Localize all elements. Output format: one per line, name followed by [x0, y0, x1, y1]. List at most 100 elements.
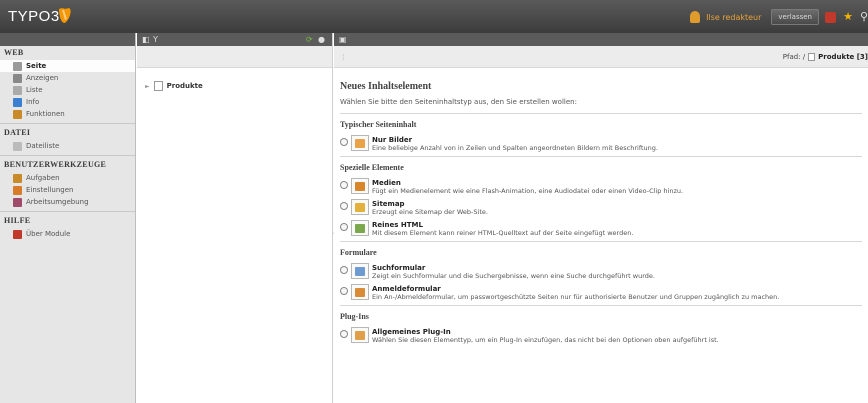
intro-text: Wählen Sie bitte den Seiteninhaltstyp au…	[340, 98, 577, 106]
login-form-icon[interactable]	[351, 284, 369, 300]
option-description: Fügt ein Medienelement wie eine Flash-An…	[372, 187, 684, 195]
document-icon[interactable]: ▣	[339, 35, 347, 44]
module-groups: WEB Seite Anzeigen Liste Info Funktionen DATEI…	[0, 46, 135, 240]
module-group-title[interactable]: BENUTZERWERKZEUGE	[0, 158, 135, 172]
content-type-option[interactable]: Anmeldeformular Ein An-/Abmeldeformular, …	[340, 284, 862, 301]
tree-node-label[interactable]: Produkte	[167, 82, 203, 90]
new-page-icon[interactable]: ◧	[142, 35, 150, 44]
content-type-option[interactable]: Reines HTML Mit diesem Element kann reine…	[340, 220, 862, 237]
content-type-option[interactable]: Sitemap Erzeugt eine Sitemap der Web-Site…	[340, 199, 862, 216]
logout-button[interactable]: verlassen	[771, 9, 819, 25]
module-item[interactable]: Funktionen	[0, 108, 135, 120]
option-title[interactable]: Anmeldeformular	[372, 285, 779, 293]
refresh-icon[interactable]: ⟳	[306, 35, 313, 44]
content-type-option[interactable]: Suchformular Zeigt ein Suchformular und d…	[340, 263, 862, 280]
module-separator	[0, 155, 135, 156]
html-icon[interactable]	[351, 220, 369, 236]
module-item[interactable]: Liste	[0, 84, 135, 96]
option-description: Ein An-/Abmeldeformular, um passwortgesc…	[372, 293, 780, 301]
tree-node-produkte[interactable]: ► Produkte	[145, 81, 203, 91]
option-description: Erzeugt eine Sitemap der Web-Site.	[372, 208, 488, 216]
option-title[interactable]: Reines HTML	[372, 221, 633, 229]
section-title: Typischer Seiteninhalt	[340, 120, 417, 129]
content-type-radio[interactable]	[340, 181, 348, 189]
user-name[interactable]: Ilse redakteur	[706, 13, 761, 22]
typo3-logo-text: TYPO3	[8, 8, 60, 25]
content-subheader: ¦ Pfad: / Produkte [3]	[334, 46, 868, 68]
content-type-radio[interactable]	[340, 330, 348, 338]
filter-icon[interactable]: Y	[153, 35, 158, 44]
star-icon[interactable]: ★	[842, 11, 854, 23]
module-item[interactable]: Info	[0, 96, 135, 108]
content-type-radio[interactable]	[340, 266, 348, 274]
module-item-label: Einstellungen	[26, 186, 74, 194]
images-icon[interactable]	[351, 135, 369, 151]
module-item-label: Arbeitsumgebung	[26, 198, 89, 206]
option-description: Eine beliebige Anzahl von in Zeilen und …	[372, 144, 658, 152]
user-icon	[690, 11, 701, 23]
option-title[interactable]: Suchformular	[372, 264, 655, 272]
content-area: ▣ ¦ Pfad: / Produkte [3] Neues Inhaltsel…	[334, 33, 868, 403]
plugin-icon[interactable]	[351, 327, 369, 343]
module-item-label: Dateiliste	[26, 142, 60, 150]
content-type-section: Typischer Seiteninhalt Nur Bilder Eine bel…	[340, 113, 862, 152]
breadcrumb-prefix: Pfad: /	[782, 53, 806, 61]
module-menu-header	[0, 33, 135, 46]
content-type-radio[interactable]	[340, 223, 348, 231]
typo3-backend: TYPO3 Ilse redakteur verlassen ★ ⚲ WEB Se…	[0, 0, 868, 403]
option-title[interactable]: Allgemeines Plug-In	[372, 328, 719, 336]
search-icon[interactable]: ⚲	[860, 11, 868, 23]
wand-icon	[13, 109, 22, 119]
option-text: Reines HTML Mit diesem Element kann reine…	[372, 220, 633, 237]
tree-options-icon[interactable]: ●	[318, 35, 325, 44]
module-item-label: Anzeigen	[26, 74, 59, 82]
section-title: Formulare	[340, 248, 377, 257]
module-item[interactable]: Seite	[0, 60, 135, 72]
module-group-title[interactable]: DATEI	[0, 126, 135, 140]
module-group: BENUTZERWERKZEUGE Aufgaben Einstellungen Ar…	[0, 155, 135, 208]
workspace-icon	[13, 197, 22, 207]
module-group-title[interactable]: WEB	[0, 46, 135, 60]
module-item-label: Seite	[26, 62, 47, 70]
option-title[interactable]: Sitemap	[372, 200, 488, 208]
option-title[interactable]: Medien	[372, 179, 683, 187]
option-title[interactable]: Nur Bilder	[372, 136, 658, 144]
module-separator	[0, 211, 135, 212]
content-type-radio[interactable]	[340, 138, 348, 146]
content-type-radio[interactable]	[340, 202, 348, 210]
clipboard-icon[interactable]	[825, 11, 836, 23]
content-type-option[interactable]: Allgemeines Plug-In Wählen Sie diesen Ele…	[340, 327, 862, 344]
list-icon	[13, 85, 22, 95]
option-text: Nur Bilder Eine beliebige Anzahl von in Z…	[372, 135, 658, 152]
sitemap-icon[interactable]	[351, 199, 369, 215]
module-item[interactable]: Dateiliste	[0, 140, 135, 152]
content-type-option[interactable]: Medien Fügt ein Medienelement wie eine Fl…	[340, 178, 862, 195]
section-title: Plug-Ins	[340, 312, 369, 321]
page-title: Neues Inhaltselement	[340, 81, 432, 92]
module-item-label: Info	[26, 98, 40, 106]
module-group-title[interactable]: HILFE	[0, 214, 135, 228]
content-toolbar: ▣	[334, 33, 868, 46]
module-group: WEB Seite Anzeigen Liste Info Funktionen	[0, 46, 135, 120]
module-item[interactable]: Anzeigen	[0, 72, 135, 84]
folder-icon	[13, 141, 22, 151]
page-icon	[13, 61, 22, 71]
module-separator	[0, 123, 135, 124]
media-icon[interactable]	[351, 178, 369, 194]
option-text: Allgemeines Plug-In Wählen Sie diesen Ele…	[372, 327, 719, 344]
module-menu: WEB Seite Anzeigen Liste Info Funktionen DATEI…	[0, 33, 136, 403]
breadcrumb-page[interactable]: Produkte [3]	[818, 53, 868, 61]
typo3-logo-icon[interactable]	[58, 7, 72, 24]
content-type-section: Formulare Suchformular Zeigt ein Suchformu…	[340, 241, 862, 301]
module-item[interactable]: Über Module	[0, 228, 135, 240]
content-type-option[interactable]: Nur Bilder Eine beliebige Anzahl von in Z…	[340, 135, 862, 152]
module-group: DATEI Dateiliste	[0, 123, 135, 152]
option-text: Sitemap Erzeugt eine Sitemap der Web-Site…	[372, 199, 488, 216]
module-item[interactable]: Aufgaben	[0, 172, 135, 184]
expand-icon[interactable]: ►	[145, 83, 150, 90]
module-item[interactable]: Einstellungen	[0, 184, 135, 196]
module-item[interactable]: Arbeitsumgebung	[0, 196, 135, 208]
content-type-radio[interactable]	[340, 287, 348, 295]
page-tree: ◧ Y ⟳ ● ► Produkte ◂	[137, 33, 337, 403]
search-form-icon[interactable]	[351, 263, 369, 279]
